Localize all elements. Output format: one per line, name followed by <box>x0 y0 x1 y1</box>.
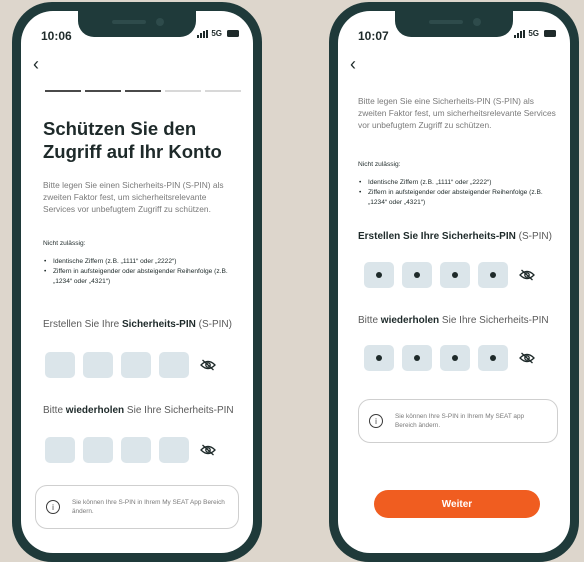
battery-icon <box>544 30 556 37</box>
back-chevron-icon[interactable]: ‹ <box>350 55 356 73</box>
status-time: 10:07 <box>358 29 389 43</box>
intro-text: Bitte legen Sie einen Sicherheits-PIN (S… <box>43 180 224 214</box>
rules-list: Identische Ziffern (z.B. „1111“ oder „22… <box>358 178 562 208</box>
create-pin-heading: Erstellen Sie Ihre Sicherheits-PIN (S-PI… <box>43 319 232 330</box>
pin-input-box[interactable] <box>121 437 151 463</box>
rule-item: Identische Ziffern (z.B. „1111“ oder „22… <box>43 257 243 267</box>
progress-step <box>125 90 161 92</box>
pin-input-box[interactable] <box>159 352 189 378</box>
pin-dot <box>376 272 382 278</box>
pin-input-box[interactable] <box>83 437 113 463</box>
pin-input-box[interactable] <box>440 345 470 371</box>
info-icon: i <box>369 414 383 428</box>
pin-dot <box>490 355 496 361</box>
step-progress <box>45 90 241 92</box>
info-box: i Sie können Ihre S-PIN in Ihrem My SEAT… <box>35 485 239 529</box>
pin-dot <box>414 355 420 361</box>
repeat-pin-heading: Bitte wiederholen Sie Ihre Sicherheits-P… <box>43 405 234 416</box>
back-chevron-icon[interactable]: ‹ <box>33 55 39 73</box>
info-icon: i <box>46 500 60 514</box>
eye-off-icon[interactable] <box>518 268 536 282</box>
status-indicators: 5G <box>197 29 239 38</box>
not-allowed-label: Nicht zulässig: <box>358 161 401 168</box>
rule-item: Ziffern in aufsteigender oder absteigend… <box>358 188 562 208</box>
rules-list: Identische Ziffern (z.B. „1111“ oder „22… <box>43 257 243 287</box>
pin-input-box[interactable] <box>402 262 432 288</box>
eye-off-icon[interactable] <box>199 443 217 457</box>
pin-input-box[interactable] <box>402 345 432 371</box>
intro-text: Bitte legen Sie eine Sicherheits-PIN (S-… <box>358 96 556 130</box>
info-text: Sie können Ihre S-PIN in Ihrem My SEAT A… <box>72 499 225 515</box>
rule-item: Identische Ziffern (z.B. „1111“ oder „22… <box>358 178 562 188</box>
continue-button[interactable]: Weiter <box>374 490 540 518</box>
battery-icon <box>227 30 239 37</box>
status-time: 10:06 <box>41 29 72 43</box>
info-box: i Sie können Ihre S-PIN in Ihrem My SEAT… <box>358 399 558 443</box>
pin-input-box[interactable] <box>159 437 189 463</box>
notch <box>78 11 196 37</box>
screen-right: 10:07 5G ‹ Bitte legen Sie eine Sicherhe… <box>338 11 570 553</box>
pin-repeat-row <box>364 345 536 371</box>
pin-create-row <box>364 262 536 288</box>
pin-input-box[interactable] <box>364 345 394 371</box>
pin-dot <box>452 355 458 361</box>
network-label: 5G <box>211 29 222 38</box>
signal-icon <box>514 29 526 38</box>
pin-input-box[interactable] <box>364 262 394 288</box>
pin-dot <box>452 272 458 278</box>
pin-input-box[interactable] <box>45 352 75 378</box>
not-allowed-label: Nicht zulässig: <box>43 240 86 247</box>
pin-dot <box>376 355 382 361</box>
pin-create-row <box>45 352 217 378</box>
progress-step <box>45 90 81 92</box>
info-text: Sie können Ihre S-PIN in Ihrem My SEAT a… <box>395 413 525 429</box>
page-title: Schützen Sie den Zugriff auf Ihr Konto <box>43 118 222 162</box>
eye-icon[interactable] <box>518 351 536 365</box>
rule-item: Ziffern in aufsteigender oder absteigend… <box>43 267 243 287</box>
progress-step <box>205 90 241 92</box>
screen-left: 10:06 5G ‹ Schützen Sie den Zugriff auf … <box>21 11 253 553</box>
repeat-pin-heading: Bitte wiederholen Sie Ihre Sicherheits-P… <box>358 315 549 326</box>
pin-repeat-row <box>45 437 217 463</box>
eye-off-icon[interactable] <box>199 358 217 372</box>
network-label: 5G <box>528 29 539 38</box>
pin-dot <box>490 272 496 278</box>
pin-input-box[interactable] <box>121 352 151 378</box>
progress-step <box>165 90 201 92</box>
phone-left: 10:06 5G ‹ Schützen Sie den Zugriff auf … <box>12 2 262 562</box>
status-indicators: 5G <box>514 29 556 38</box>
pin-input-box[interactable] <box>83 352 113 378</box>
pin-input-box[interactable] <box>45 437 75 463</box>
pin-input-box[interactable] <box>478 262 508 288</box>
phone-right: 10:07 5G ‹ Bitte legen Sie eine Sicherhe… <box>329 2 579 562</box>
pin-dot <box>414 272 420 278</box>
progress-step <box>85 90 121 92</box>
signal-icon <box>197 29 209 38</box>
pin-input-box[interactable] <box>440 262 470 288</box>
pin-input-box[interactable] <box>478 345 508 371</box>
notch <box>395 11 513 37</box>
create-pin-heading: Erstellen Sie Ihre Sicherheits-PIN (S-PI… <box>358 231 552 242</box>
